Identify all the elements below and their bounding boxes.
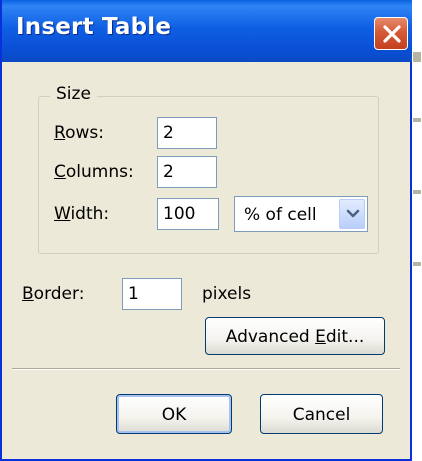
cancel-button[interactable]: Cancel: [260, 394, 383, 434]
rows-label: Rows:: [54, 123, 104, 143]
ok-button[interactable]: OK: [116, 394, 232, 434]
width-label: Width:: [54, 204, 110, 224]
title-bar[interactable]: Insert Table: [2, 0, 412, 62]
size-group-legend: Size: [50, 84, 97, 104]
width-unit-select[interactable]: % of cell: [234, 196, 368, 232]
dialog-separator: [12, 368, 400, 370]
advanced-edit-button[interactable]: Advanced Edit...: [205, 317, 385, 355]
columns-label: Columns:: [54, 162, 134, 182]
close-button[interactable]: [374, 17, 408, 50]
width-unit-dropdown-button[interactable]: [339, 199, 365, 229]
rows-input[interactable]: 2: [157, 117, 217, 149]
close-icon: [383, 25, 401, 43]
columns-input[interactable]: 2: [157, 156, 217, 188]
chevron-down-icon: [346, 209, 360, 218]
width-input[interactable]: 100: [157, 198, 219, 230]
insert-table-dialog: Insert Table Size Rows: 2 Columns: 2 Wid…: [0, 0, 412, 461]
border-label: Border:: [22, 284, 85, 304]
background-window-edge: [412, 0, 422, 461]
border-unit-label: pixels: [202, 284, 252, 304]
border-input[interactable]: 1: [122, 278, 182, 310]
dialog-title: Insert Table: [16, 14, 172, 40]
width-unit-value: % of cell: [244, 205, 317, 225]
